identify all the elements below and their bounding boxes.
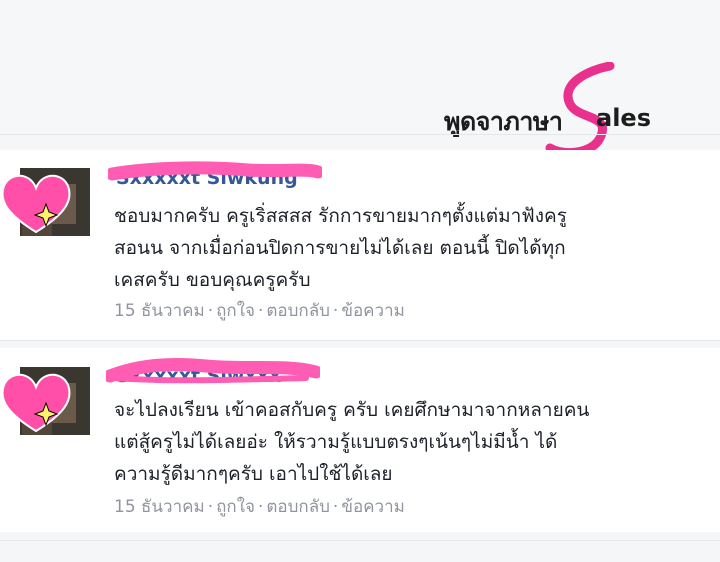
comment-line: ความรู้ดีมากๆครับ เอาไปใช้ได้เลย bbox=[114, 463, 393, 485]
reply-link[interactable]: ตอบกลับ bbox=[266, 301, 330, 321]
comment-meta: 15 ธันวาคม · ถูกใจ · ตอบกลับ · ข้อความ bbox=[114, 497, 405, 517]
comment-meta: 15 ธันวาคม · ถูกใจ · ตอบกลับ · ข้อความ bbox=[114, 301, 405, 321]
commenter-name[interactable]: Sxxxxxt Siwxxx bbox=[116, 365, 316, 389]
divider bbox=[0, 540, 720, 541]
comment-line: สอนน จากเมื่อก่อนปิดการขายไม่ได้เลย ตอนน… bbox=[114, 237, 566, 259]
comment-date[interactable]: 15 ธันวาคม bbox=[114, 301, 205, 321]
divider bbox=[0, 340, 720, 341]
avatar[interactable] bbox=[0, 365, 92, 437]
like-link[interactable]: ถูกใจ bbox=[216, 497, 255, 517]
message-link[interactable]: ข้อความ bbox=[341, 301, 405, 321]
message-link[interactable]: ข้อความ bbox=[341, 497, 405, 517]
comment-text: ชอบมากครับ ครูเริ่สสสส รักการขายมากๆตั้ง… bbox=[114, 200, 714, 296]
comment-line: ชอบมากครับ ครูเริ่สสสส รักการขายมากๆตั้ง… bbox=[114, 205, 567, 227]
header-banner: พูดจาภาษา ales bbox=[0, 0, 720, 158]
divider bbox=[0, 134, 720, 135]
comment-item: Sxxxxxt Siwxxx จะไปลงเรียน เข้าคอสกับครู… bbox=[0, 348, 720, 532]
avatar[interactable] bbox=[0, 166, 92, 238]
comment-line: แต่สู้ครูไม่ได้เลยอ่ะ ให้รวามรู้แบบตรงๆเ… bbox=[114, 431, 558, 453]
brand-logo: พูดจาภาษา ales bbox=[440, 62, 690, 158]
commenter-name[interactable]: Sxxxxxt Siwkung bbox=[116, 167, 326, 191]
comment-text: จะไปลงเรียน เข้าคอสกับครู ครับ เคยศึกษาม… bbox=[114, 394, 714, 490]
comment-line: เคสครับ ขอบคุณครูครับ bbox=[114, 269, 311, 291]
logo-text-right: ales bbox=[596, 104, 651, 132]
like-link[interactable]: ถูกใจ bbox=[216, 301, 255, 321]
reply-link[interactable]: ตอบกลับ bbox=[266, 497, 330, 517]
comment-date[interactable]: 15 ธันวาคม bbox=[114, 497, 205, 517]
comment-item: Sxxxxxt Siwkung ชอบมากครับ ครูเริ่สสสส ร… bbox=[0, 150, 720, 340]
comment-line: จะไปลงเรียน เข้าคอสกับครู ครับ เคยศึกษาม… bbox=[114, 399, 590, 421]
